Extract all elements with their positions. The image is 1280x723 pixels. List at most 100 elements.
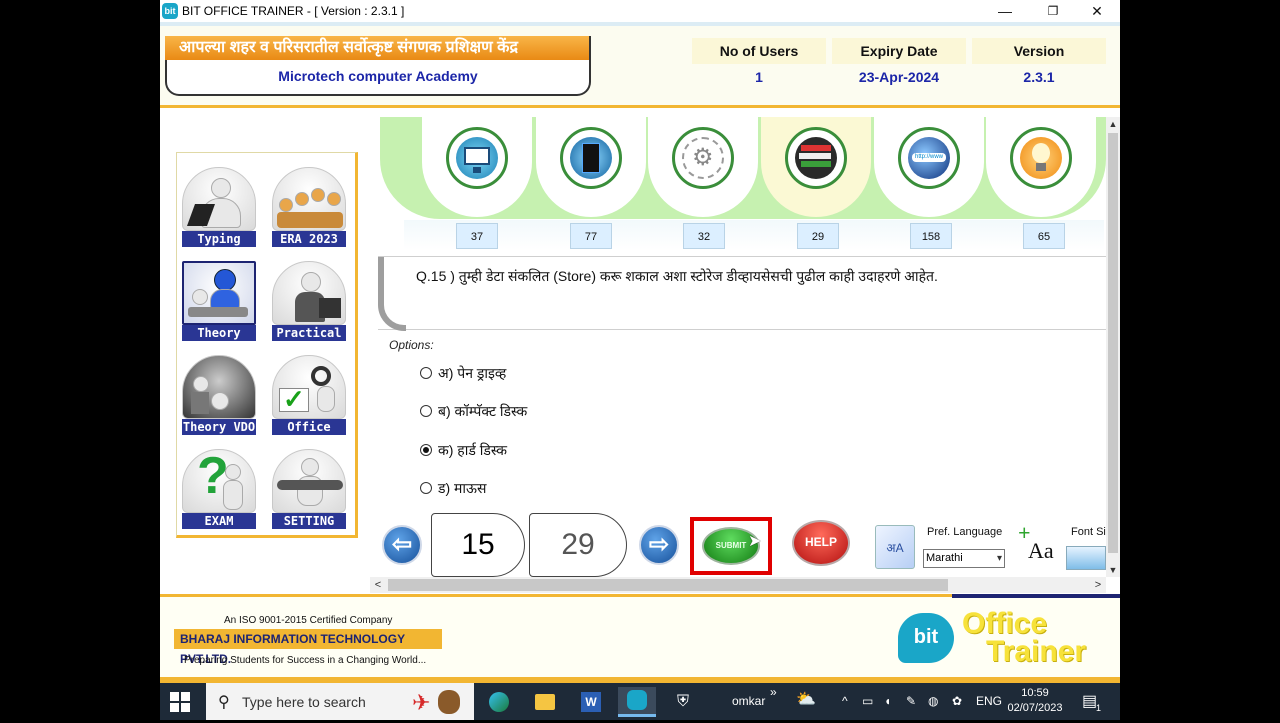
menu-exam[interactable]: ? EXAM: [180, 447, 258, 529]
category-cabinet[interactable]: [536, 117, 646, 217]
scroll-right-icon[interactable]: >: [1090, 577, 1106, 593]
horizontal-scroll-thumb[interactable]: [388, 579, 948, 591]
academy-name: Microtech computer Academy: [278, 68, 478, 84]
info-users: No of Users 1: [692, 38, 826, 90]
internet-globe-icon: http://www: [898, 127, 960, 189]
title-bar: bit BIT OFFICE TRAINER - [ Version : 2.3…: [160, 0, 1120, 22]
previous-button[interactable]: ⇦: [382, 525, 422, 565]
clock-time: 10:59: [1021, 687, 1049, 699]
notifications-icon[interactable]: ▤: [1082, 691, 1097, 711]
menu-label: Theory: [182, 325, 256, 341]
search-highlight-icon: ✈: [406, 688, 466, 716]
input-language[interactable]: ENG: [976, 694, 1002, 708]
minimize-button[interactable]: —: [982, 0, 1028, 22]
brand-box: आपल्या शहर व परिसरातील सर्वोत्कृष्ट संगण…: [165, 36, 591, 96]
marathi-title: आपल्या शहर व परिसरातील सर्वोत्कृष्ट संगण…: [165, 36, 589, 60]
horizontal-scrollbar[interactable]: < >: [370, 577, 1106, 593]
question-bracket: [378, 257, 406, 331]
category-count: 37: [456, 223, 498, 249]
arrow-right-icon: ⇨: [648, 531, 670, 558]
app-header: आपल्या शहर व परिसरातील सर्वोत्कृष्ट संगण…: [160, 22, 1120, 108]
windows-start-icon[interactable]: [170, 692, 190, 712]
category-internet[interactable]: http://www: [874, 117, 984, 217]
option-radio[interactable]: [420, 405, 432, 417]
info-label: Expiry Date: [832, 38, 966, 64]
category-count: 32: [683, 223, 725, 249]
category-gear[interactable]: ⚙: [648, 117, 758, 217]
menu-typing-practice[interactable]: Typing Practice: [180, 165, 258, 262]
next-button[interactable]: ⇨: [639, 525, 679, 565]
clock[interactable]: 10:59 02/07/2023: [1000, 686, 1070, 716]
security-shield-icon[interactable]: ⛨: [664, 687, 702, 717]
wifi-icon[interactable]: ◍: [928, 694, 938, 708]
logo-bubble: bit: [898, 613, 954, 663]
computer-cabinet-icon: [560, 127, 622, 189]
footer-accent: [952, 594, 1120, 598]
menu-theory-vdo[interactable]: Theory VDO: [180, 353, 258, 435]
option-text: ब) कॉम्पॅक्ट डिस्क: [438, 403, 528, 419]
file-explorer-icon[interactable]: [526, 687, 564, 717]
volume-icon[interactable]: ◖: [884, 694, 891, 708]
vertical-scrollbar[interactable]: ▲ ▼: [1106, 117, 1120, 577]
notification-count: 1: [1096, 703, 1102, 713]
submit-highlight: SUBMIT ➤: [690, 517, 772, 575]
app-footer: An ISO 9001-2015 Certified Company BHARA…: [160, 594, 1120, 683]
weather-icon[interactable]: ⛅: [796, 689, 816, 709]
pen-icon[interactable]: ✎: [906, 694, 916, 708]
total-question-count: 29: [529, 513, 627, 577]
office-trainer-taskbar-icon[interactable]: [618, 687, 656, 717]
chevron-down-icon: ▾: [996, 553, 1002, 564]
category-count: 65: [1023, 223, 1065, 249]
menu-theory[interactable]: Theory: [180, 259, 258, 341]
window-title: BIT OFFICE TRAINER - [ Version : 2.3.1 ]: [182, 4, 405, 18]
overflow-icon[interactable]: »: [770, 685, 777, 699]
iso-certification: An ISO 9001-2015 Certified Company: [224, 615, 393, 626]
company-name: BHARAJ INFORMATION TECHNOLOGY PVT.LTD.: [174, 629, 442, 666]
option-radio[interactable]: [420, 367, 432, 379]
main-menu-panel: Typing Practice ERA 2023 Theory Practica…: [176, 152, 358, 538]
books-icon: [785, 127, 847, 189]
app-tray-icon[interactable]: ✿: [952, 694, 962, 708]
scroll-down-icon[interactable]: ▼: [1106, 563, 1120, 577]
menu-office-tutes[interactable]: ✓ Office Tutes: [270, 353, 348, 450]
font-size-icon[interactable]: + Aa: [1018, 520, 1058, 568]
office-tutes-icon: ✓: [272, 355, 346, 419]
exam-icon: ?: [182, 449, 256, 513]
desktop: bit BIT OFFICE TRAINER - [ Version : 2.3…: [0, 0, 1280, 720]
scroll-left-icon[interactable]: <: [370, 577, 386, 593]
scroll-up-icon[interactable]: ▲: [1106, 117, 1120, 131]
option-radio-selected[interactable]: [420, 444, 432, 456]
vertical-scroll-thumb[interactable]: [1108, 133, 1118, 553]
menu-label: Practical: [272, 325, 346, 341]
setting-icon: [272, 449, 346, 513]
menu-practical[interactable]: Practical: [270, 259, 348, 341]
language-value: Marathi: [926, 552, 963, 564]
language-icon: अA: [875, 525, 915, 569]
hidden-icons-chevron-icon[interactable]: ^: [842, 694, 848, 708]
category-books[interactable]: [761, 117, 871, 217]
help-button[interactable]: HELP: [792, 520, 850, 566]
taskbar-search[interactable]: ⚲ Type here to search ✈: [206, 683, 474, 720]
edge-icon[interactable]: [480, 687, 518, 717]
count-band: [404, 220, 1104, 250]
question-text: Q.15 ) तुम्ही डेटा संकलित (Store) करू शक…: [416, 268, 938, 284]
maximize-button[interactable]: ❐: [1030, 0, 1076, 22]
option-text: ड) माऊस: [438, 480, 487, 496]
word-icon[interactable]: W: [572, 687, 610, 717]
gear-cycle-icon: ⚙: [672, 127, 734, 189]
menu-setting[interactable]: SETTING: [270, 447, 348, 529]
office-trainer-logo: bit Office Trainer: [898, 607, 1110, 669]
category-monitor[interactable]: [422, 117, 532, 217]
close-button[interactable]: ✕: [1074, 0, 1120, 22]
network-icon[interactable]: ▭: [862, 694, 873, 708]
info-value: 23-Apr-2024: [858, 69, 940, 85]
font-size-control[interactable]: [1066, 546, 1106, 570]
language-select[interactable]: Marathi ▾: [923, 549, 1005, 568]
app-logo-icon: bit: [162, 3, 178, 19]
practical-icon: [272, 261, 346, 325]
windows-taskbar: ⚲ Type here to search ✈ W ⛨ omkar » ⛅ ^ …: [160, 683, 1120, 720]
info-expiry: Expiry Date 23-Apr-2024: [832, 38, 966, 90]
category-idea[interactable]: [986, 117, 1096, 217]
option-radio[interactable]: [420, 482, 432, 494]
menu-era-2023[interactable]: ERA 2023: [270, 165, 348, 247]
